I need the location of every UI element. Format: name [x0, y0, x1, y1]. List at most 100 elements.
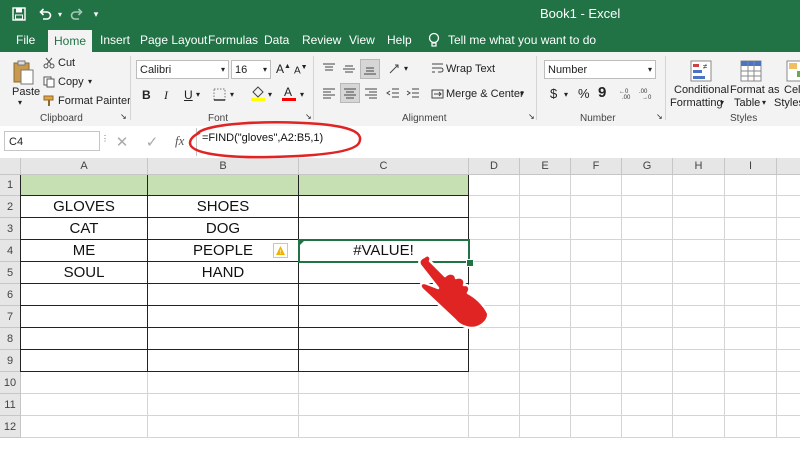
cell-undefined3[interactable] — [777, 218, 800, 240]
redo-icon[interactable] — [68, 0, 86, 28]
cell-C8[interactable] — [299, 328, 469, 350]
cell-B5[interactable]: HAND — [148, 262, 299, 284]
cell-E11[interactable] — [520, 394, 571, 416]
tab-insert[interactable]: Insert — [100, 28, 130, 52]
cell-C12[interactable] — [299, 416, 469, 438]
paste-button-label[interactable]: Paste — [12, 86, 40, 98]
cell-F2[interactable] — [571, 196, 622, 218]
cell-B6[interactable] — [148, 284, 299, 306]
increase-font-size-icon[interactable]: A▲ — [276, 62, 291, 76]
align-left-icon[interactable] — [320, 84, 338, 102]
cell-A3[interactable]: CAT — [21, 218, 148, 240]
format-table-dropdown-icon[interactable]: ▾ — [762, 98, 766, 107]
insert-function-button[interactable]: fx — [175, 133, 184, 149]
font-size-select[interactable]: 16 ▾ — [231, 60, 271, 79]
borders-icon[interactable] — [210, 86, 228, 102]
column-header[interactable]: D — [469, 158, 520, 175]
cell-undefined11[interactable] — [777, 394, 800, 416]
cell-H2[interactable] — [673, 196, 725, 218]
undo-icon[interactable] — [36, 0, 54, 28]
merge-dropdown-icon[interactable]: ▾ — [520, 89, 524, 98]
cell-G11[interactable] — [622, 394, 673, 416]
cell-F1[interactable] — [571, 175, 622, 196]
cell-A7[interactable] — [21, 306, 148, 328]
cell-H11[interactable] — [673, 394, 725, 416]
cell-undefined4[interactable] — [777, 240, 800, 262]
cell-E4[interactable] — [520, 240, 571, 262]
cell-styles-icon[interactable] — [784, 58, 800, 84]
cell-B9[interactable] — [148, 350, 299, 372]
cell-I3[interactable] — [725, 218, 777, 240]
cell-undefined7[interactable] — [777, 306, 800, 328]
cell-B1[interactable] — [148, 175, 299, 196]
column-header[interactable]: G — [622, 158, 673, 175]
cell-G4[interactable] — [622, 240, 673, 262]
clipboard-launcher-icon[interactable]: ↘ — [120, 112, 127, 121]
cell-E6[interactable] — [520, 284, 571, 306]
column-header[interactable] — [777, 158, 800, 175]
underline-dropdown-icon[interactable]: ▾ — [196, 90, 200, 99]
copy-button[interactable]: Copy — [58, 76, 84, 88]
cell-A1[interactable] — [21, 175, 148, 196]
decrease-decimal-icon[interactable]: .00 →0 — [638, 84, 656, 102]
column-header[interactable]: A — [21, 158, 148, 175]
cell-C10[interactable] — [299, 372, 469, 394]
align-bottom-icon[interactable] — [360, 59, 380, 79]
paste-icon[interactable] — [10, 58, 36, 86]
cancel-entry-icon[interactable]: ✕ — [114, 134, 130, 151]
cell-F8[interactable] — [571, 328, 622, 350]
cell-H10[interactable] — [673, 372, 725, 394]
cell-A4[interactable]: ME — [21, 240, 148, 262]
cell-G5[interactable] — [622, 262, 673, 284]
cell-C9[interactable] — [299, 350, 469, 372]
cell-B11[interactable] — [148, 394, 299, 416]
cell-A10[interactable] — [21, 372, 148, 394]
cell-C11[interactable] — [299, 394, 469, 416]
cell-E5[interactable] — [520, 262, 571, 284]
cell-D7[interactable] — [469, 306, 520, 328]
increase-decimal-icon[interactable]: ←0.00 — [618, 84, 636, 102]
cell-C6[interactable] — [299, 284, 469, 306]
cell-A12[interactable] — [21, 416, 148, 438]
bold-button[interactable]: B — [142, 88, 151, 102]
cell-D4[interactable] — [469, 240, 520, 262]
cell-G3[interactable] — [622, 218, 673, 240]
font-color-dropdown-icon[interactable]: ▾ — [300, 90, 304, 99]
cell-E3[interactable] — [520, 218, 571, 240]
cell-D5[interactable] — [469, 262, 520, 284]
cell-I10[interactable] — [725, 372, 777, 394]
confirm-entry-icon[interactable]: ✓ — [144, 134, 160, 151]
cell-E8[interactable] — [520, 328, 571, 350]
cell-undefined12[interactable] — [777, 416, 800, 438]
cell-E10[interactable] — [520, 372, 571, 394]
conditional-dropdown-icon[interactable]: ▾ — [720, 98, 724, 107]
row-header[interactable]: 10 — [0, 372, 21, 394]
paste-dropdown-icon[interactable]: ▾ — [18, 98, 22, 107]
align-top-icon[interactable] — [320, 60, 338, 78]
cell-I8[interactable] — [725, 328, 777, 350]
row-header[interactable]: 2 — [0, 196, 21, 218]
cell-D10[interactable] — [469, 372, 520, 394]
tab-page-layout[interactable]: Page Layout — [140, 28, 207, 52]
decrease-font-size-icon[interactable]: A▼ — [294, 64, 308, 76]
cell-D9[interactable] — [469, 350, 520, 372]
cell-I12[interactable] — [725, 416, 777, 438]
row-header[interactable]: 4 — [0, 240, 21, 262]
font-launcher-icon[interactable]: ↘ — [305, 112, 312, 121]
fill-color-dropdown-icon[interactable]: ▾ — [268, 90, 272, 99]
percent-button[interactable]: % — [578, 86, 590, 101]
row-header[interactable]: 7 — [0, 306, 21, 328]
cell-undefined8[interactable] — [777, 328, 800, 350]
more-options-icon[interactable]: ⋮ — [101, 134, 109, 143]
column-header[interactable]: F — [571, 158, 622, 175]
underline-button[interactable]: U — [184, 88, 193, 102]
format-as-table-label-1[interactable]: Format as — [730, 84, 780, 96]
cell-F6[interactable] — [571, 284, 622, 306]
cell-F11[interactable] — [571, 394, 622, 416]
cell-E7[interactable] — [520, 306, 571, 328]
cell-F5[interactable] — [571, 262, 622, 284]
cell-A8[interactable] — [21, 328, 148, 350]
tell-me-search[interactable]: Tell me what you want to do — [448, 28, 596, 52]
select-all-corner[interactable] — [0, 158, 21, 175]
cell-I1[interactable] — [725, 175, 777, 196]
